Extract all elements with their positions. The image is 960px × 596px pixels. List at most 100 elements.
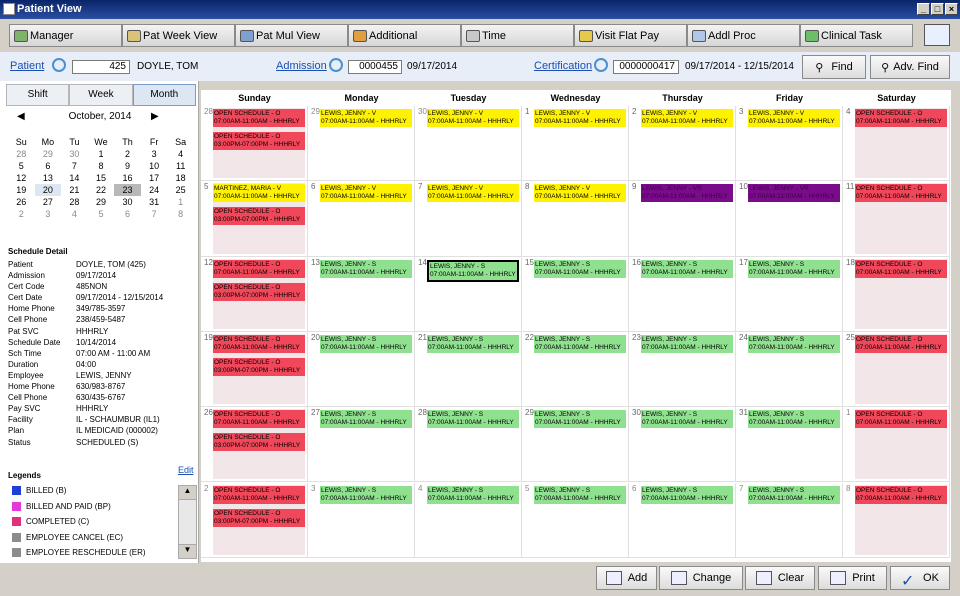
add-button[interactable]: Add xyxy=(596,566,657,590)
mini-cal-date[interactable]: 27 xyxy=(35,196,62,208)
mini-cal-date[interactable]: 5 xyxy=(88,208,115,220)
calendar-day-cell[interactable]: 20 LEWIS, JENNY - S 07:00AM-11:00AM - HHHR… xyxy=(308,331,415,408)
mini-cal-date[interactable]: 4 xyxy=(167,148,194,160)
calendar-day-cell[interactable]: 11 OPEN SCHEDULE - O 07:00AM-11:00AM - HHH… xyxy=(843,181,950,257)
calendar-day-cell[interactable]: 22 LEWIS, JENNY - S 07:00AM-11:00AM - HHHR… xyxy=(522,331,629,408)
admission-id-input[interactable]: 0000455 xyxy=(348,60,402,74)
mini-cal-date[interactable]: 17 xyxy=(141,172,168,184)
admission-search-icon[interactable] xyxy=(329,58,343,72)
schedule-event[interactable]: LEWIS, JENNY - S 07:00AM-11:00AM - HHHRLY xyxy=(427,259,519,282)
calendar-day-cell[interactable]: 13 LEWIS, JENNY - S 07:00AM-11:00AM - HHHR… xyxy=(308,256,415,332)
calendar-day-cell[interactable]: 25 OPEN SCHEDULE - O 07:00AM-11:00AM - HHH… xyxy=(843,331,950,408)
calendar-day-cell[interactable]: 28 OPEN SCHEDULE - O 07:00AM-11:00AM - HHH… xyxy=(201,106,308,182)
window-view-icon[interactable] xyxy=(924,24,950,46)
calendar-day-cell[interactable]: 5 LEWIS, JENNY - S 07:00AM-11:00AM - HHHRL… xyxy=(522,482,629,558)
calendar-day-cell[interactable]: 8 OPEN SCHEDULE - O 07:00AM-11:00AM - HHHR… xyxy=(843,482,950,558)
calendar-day-cell[interactable]: 18 OPEN SCHEDULE - O 07:00AM-11:00AM - HHH… xyxy=(843,256,950,332)
mini-cal-date[interactable]: 9 xyxy=(114,160,141,172)
schedule-event[interactable]: OPEN SCHEDULE - O 03:00PM-07:00PM - HHHRL… xyxy=(213,282,305,301)
schedule-event[interactable]: LEWIS, JENNY - S 07:00AM-11:00AM - HHHRLY xyxy=(641,334,733,353)
mini-cal-date[interactable]: 8 xyxy=(88,160,115,172)
calendar-day-cell[interactable]: 1 OPEN SCHEDULE - O 07:00AM-11:00AM - HHHR… xyxy=(843,407,950,483)
admission-link[interactable]: Admission xyxy=(276,60,327,72)
calendar-day-cell[interactable]: 27 LEWIS, JENNY - S 07:00AM-11:00AM - HHHR… xyxy=(308,407,415,483)
schedule-event[interactable]: LEWIS, JENNY - S 07:00AM-11:00AM - HHHRLY xyxy=(748,485,840,504)
calendar-day-cell[interactable]: 21 LEWIS, JENNY - S 07:00AM-11:00AM - HHHR… xyxy=(415,331,522,408)
mini-cal-date[interactable]: 19 xyxy=(8,184,35,196)
schedule-event[interactable]: OPEN SCHEDULE - O 03:00PM-07:00PM - HHHRL… xyxy=(213,207,305,226)
schedule-event[interactable]: LEWIS, JENNY - S 07:00AM-11:00AM - HHHRLY xyxy=(641,410,733,429)
toolbar-pat-mul-view-button[interactable]: Pat Mul View xyxy=(235,24,348,47)
calendar-day-cell[interactable]: 3 LEWIS, JENNY - S 07:00AM-11:00AM - HHHRL… xyxy=(308,482,415,558)
schedule-event[interactable]: LEWIS, JENNY - V 07:00AM-11:00AM - HHHRLY xyxy=(320,184,412,203)
mini-cal-date[interactable]: 16 xyxy=(114,172,141,184)
mini-cal-date[interactable]: 25 xyxy=(167,184,194,196)
mini-cal-date[interactable]: 24 xyxy=(141,184,168,196)
ok-button[interactable]: ✓ OK xyxy=(890,566,950,590)
schedule-event[interactable]: OPEN SCHEDULE - O 07:00AM-11:00AM - HHHRL… xyxy=(855,334,947,353)
adv-find-button[interactable]: ⚲ Adv. Find xyxy=(870,55,950,79)
mini-cal-date[interactable]: 6 xyxy=(35,160,62,172)
mini-cal-date[interactable]: 3 xyxy=(141,148,168,160)
calendar-day-cell[interactable]: 4 LEWIS, JENNY - S 07:00AM-11:00AM - HHHRL… xyxy=(415,482,522,558)
calendar-day-cell[interactable]: 29 LEWIS, JENNY - V 07:00AM-11:00AM - HHHR… xyxy=(308,106,415,182)
mini-cal-date[interactable]: 7 xyxy=(61,160,88,172)
schedule-event[interactable]: OPEN SCHEDULE - O 03:00PM-07:00PM - HHHRL… xyxy=(213,132,305,150)
schedule-event[interactable]: LEWIS, JENNY - S 07:00AM-11:00AM - HHHRLY xyxy=(534,485,626,504)
certification-search-icon[interactable] xyxy=(594,58,608,72)
toolbar-manager-button[interactable]: Manager xyxy=(9,24,122,47)
calendar-day-cell[interactable]: 30 LEWIS, JENNY - S 07:00AM-11:00AM - HHHR… xyxy=(629,407,736,483)
calendar-day-cell[interactable]: 12 OPEN SCHEDULE - O 07:00AM-11:00AM - HHH… xyxy=(201,256,308,332)
calendar-day-cell[interactable]: 6 LEWIS, JENNY - S 07:00AM-11:00AM - HHHRL… xyxy=(629,482,736,558)
mini-cal-date[interactable]: 14 xyxy=(61,172,88,184)
schedule-event[interactable]: MARTINEZ, MARIA - V 07:00AM-11:00AM - HHH… xyxy=(213,184,305,203)
mini-cal-date[interactable]: 8 xyxy=(167,208,194,220)
close-button[interactable]: × xyxy=(945,3,958,15)
toolbar-addl-proc-button[interactable]: Addl Proc xyxy=(687,24,800,47)
calendar-day-cell[interactable]: 23 LEWIS, JENNY - S 07:00AM-11:00AM - HHHR… xyxy=(629,331,736,408)
mini-cal-date[interactable]: 29 xyxy=(35,148,62,160)
schedule-event[interactable]: OPEN SCHEDULE - O 07:00AM-11:00AM - HHHRL… xyxy=(855,259,947,278)
calendar-day-cell[interactable]: 29 LEWIS, JENNY - S 07:00AM-11:00AM - HHHR… xyxy=(522,407,629,483)
schedule-event[interactable]: OPEN SCHEDULE - O 07:00AM-11:00AM - HHHRL… xyxy=(855,410,947,429)
mini-cal-date[interactable]: 28 xyxy=(61,196,88,208)
mini-cal-date[interactable]: 30 xyxy=(114,196,141,208)
toolbar-time-button[interactable]: Time xyxy=(461,24,574,47)
mini-cal-date[interactable]: 21 xyxy=(61,184,88,196)
certification-link[interactable]: Certification xyxy=(534,60,592,72)
mini-cal-date[interactable]: 26 xyxy=(8,196,35,208)
schedule-event[interactable]: LEWIS, JENNY - S 07:00AM-11:00AM - HHHRLY xyxy=(534,259,626,278)
schedule-event[interactable]: LEWIS, JENNY - VR 07:00AM-11:00AM - HHHRL… xyxy=(748,184,840,203)
schedule-event[interactable]: OPEN SCHEDULE - O 07:00AM-11:00AM - HHHRL… xyxy=(855,485,947,504)
calendar-day-cell[interactable]: 9 LEWIS, JENNY - VR 07:00AM-11:00AM - HHHR… xyxy=(629,181,736,257)
calendar-day-cell[interactable]: 7 LEWIS, JENNY - V 07:00AM-11:00AM - HHHRL… xyxy=(415,181,522,257)
schedule-event[interactable]: LEWIS, JENNY - S 07:00AM-11:00AM - HHHRLY xyxy=(748,410,840,429)
calendar-day-cell[interactable]: 14 LEWIS, JENNY - S 07:00AM-11:00AM - HHHR… xyxy=(415,256,522,332)
maximize-button[interactable]: □ xyxy=(931,3,944,15)
mini-cal-date[interactable]: 1 xyxy=(88,148,115,160)
mini-cal-date[interactable]: 11 xyxy=(167,160,194,172)
calendar-day-cell[interactable]: 28 LEWIS, JENNY - S 07:00AM-11:00AM - HHHR… xyxy=(415,407,522,483)
schedule-event[interactable]: LEWIS, JENNY - V 07:00AM-11:00AM - HHHRLY xyxy=(427,109,519,127)
tab-shift[interactable]: Shift xyxy=(6,84,70,106)
schedule-event[interactable]: LEWIS, JENNY - S 07:00AM-11:00AM - HHHRLY xyxy=(641,485,733,504)
next-month-icon[interactable]: ▶ xyxy=(151,111,159,122)
calendar-day-cell[interactable]: 19 OPEN SCHEDULE - O 07:00AM-11:00AM - HHH… xyxy=(201,331,308,408)
schedule-event[interactable]: LEWIS, JENNY - S 07:00AM-11:00AM - HHHRLY xyxy=(534,334,626,353)
tab-month[interactable]: Month xyxy=(132,84,196,106)
mini-cal-date[interactable]: 2 xyxy=(114,148,141,160)
calendar-day-cell[interactable]: 24 LEWIS, JENNY - S 07:00AM-11:00AM - HHHR… xyxy=(736,331,843,408)
patient-link[interactable]: Patient xyxy=(10,60,44,72)
calendar-day-cell[interactable]: 6 LEWIS, JENNY - V 07:00AM-11:00AM - HHHRL… xyxy=(308,181,415,257)
patient-search-icon[interactable] xyxy=(52,58,66,72)
schedule-event[interactable]: OPEN SCHEDULE - O 07:00AM-11:00AM - HHHRL… xyxy=(213,109,305,127)
find-button[interactable]: ⚲ Find xyxy=(802,55,866,79)
mini-cal-date[interactable]: 5 xyxy=(8,160,35,172)
schedule-event[interactable]: LEWIS, JENNY - S 07:00AM-11:00AM - HHHRLY xyxy=(427,485,519,504)
mini-cal-date[interactable]: 29 xyxy=(88,196,115,208)
schedule-event[interactable]: LEWIS, JENNY - V 07:00AM-11:00AM - HHHRLY xyxy=(534,184,626,203)
calendar-day-cell[interactable]: 4 OPEN SCHEDULE - O 07:00AM-11:00AM - HHHR… xyxy=(843,106,950,182)
scroll-up-icon[interactable]: ▲ xyxy=(179,486,196,500)
calendar-day-cell[interactable]: 17 LEWIS, JENNY - S 07:00AM-11:00AM - HHHR… xyxy=(736,256,843,332)
tab-week[interactable]: Week xyxy=(69,84,133,106)
